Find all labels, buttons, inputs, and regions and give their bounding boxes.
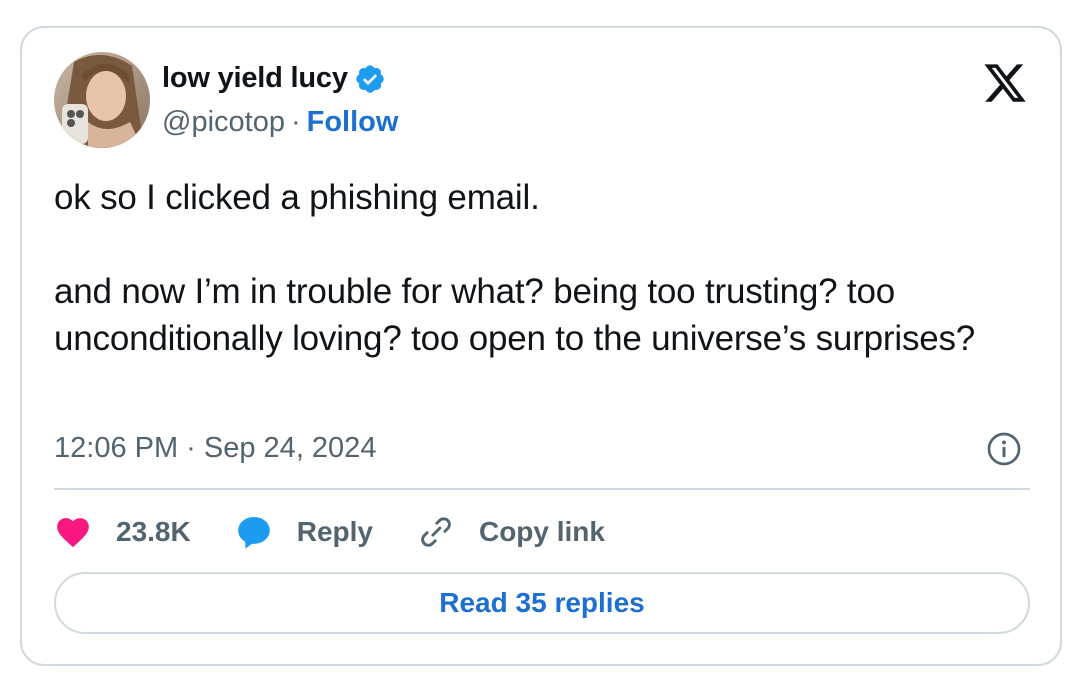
verified-badge-icon bbox=[354, 63, 386, 95]
tweet-card: low yield lucy @picotop · Follow ok so I… bbox=[20, 26, 1062, 666]
action-bar: 23.8K Reply Copy link bbox=[54, 512, 649, 552]
likes-count: 23.8K bbox=[116, 516, 191, 547]
separator-dot: · bbox=[290, 106, 301, 138]
tweet-paragraph: ok so I clicked a phishing email. bbox=[54, 178, 540, 217]
copy-link-label: Copy link bbox=[478, 516, 605, 547]
author-handle-row: @picotop · Follow bbox=[162, 106, 398, 139]
author-name[interactable]: low yield lucy bbox=[162, 62, 348, 95]
follow-button[interactable]: Follow bbox=[307, 106, 399, 139]
reply-label: Reply bbox=[296, 516, 373, 547]
like-button[interactable]: 23.8K bbox=[54, 513, 191, 551]
link-icon bbox=[417, 513, 455, 551]
read-replies-button[interactable]: Read 35 replies bbox=[54, 572, 1030, 634]
tweet-paragraph: and now I’m in trouble for what? being t… bbox=[54, 272, 976, 358]
copy-link-button[interactable]: Copy link bbox=[417, 513, 605, 551]
author-name-row: low yield lucy bbox=[162, 62, 386, 95]
heart-icon bbox=[54, 513, 92, 551]
info-icon[interactable] bbox=[986, 431, 1022, 467]
reply-button[interactable]: Reply bbox=[235, 513, 373, 551]
author-handle[interactable]: @picotop bbox=[162, 106, 285, 139]
divider bbox=[54, 488, 1030, 490]
tweet-timestamp[interactable]: 12:06 PM · Sep 24, 2024 bbox=[54, 432, 376, 465]
speech-bubble-icon bbox=[235, 513, 273, 551]
read-replies-label: Read 35 replies bbox=[439, 587, 645, 618]
x-logo-icon[interactable] bbox=[982, 60, 1028, 106]
avatar-image bbox=[54, 52, 150, 148]
avatar[interactable] bbox=[54, 52, 150, 148]
tweet-text: ok so I clicked a phishing email. and no… bbox=[54, 174, 1034, 362]
